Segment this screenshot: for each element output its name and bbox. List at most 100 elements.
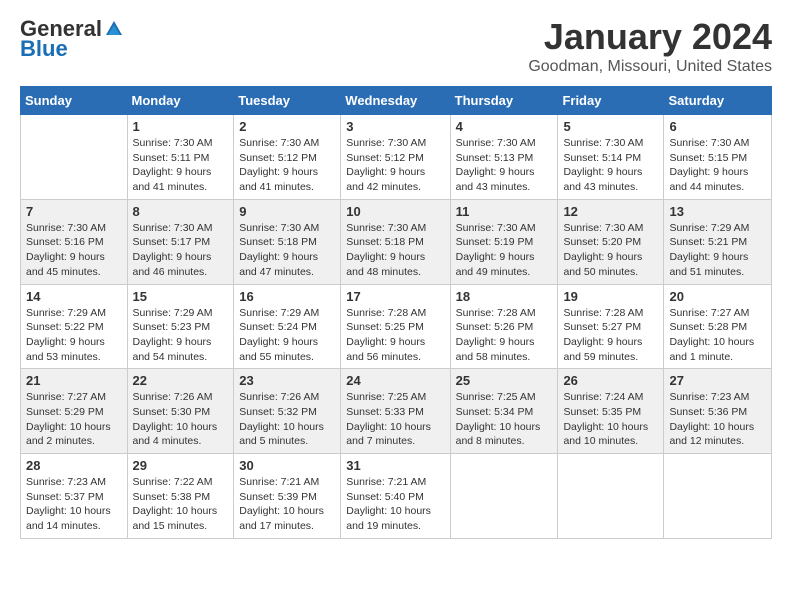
- calendar-body: 1 Sunrise: 7:30 AMSunset: 5:11 PMDayligh…: [21, 115, 772, 539]
- day-info: Sunrise: 7:25 AMSunset: 5:34 PMDaylight:…: [456, 390, 553, 449]
- day-info: Sunrise: 7:30 AMSunset: 5:20 PMDaylight:…: [563, 221, 658, 280]
- logo-icon: [104, 19, 124, 39]
- day-number: 26: [563, 373, 658, 388]
- day-number: 7: [26, 204, 122, 219]
- day-number: 24: [346, 373, 444, 388]
- day-info: Sunrise: 7:22 AMSunset: 5:38 PMDaylight:…: [133, 475, 229, 534]
- calendar-cell: 3 Sunrise: 7:30 AMSunset: 5:12 PMDayligh…: [341, 115, 450, 200]
- day-info: Sunrise: 7:30 AMSunset: 5:15 PMDaylight:…: [669, 136, 766, 195]
- calendar-cell: 1 Sunrise: 7:30 AMSunset: 5:11 PMDayligh…: [127, 115, 234, 200]
- calendar-cell: 21 Sunrise: 7:27 AMSunset: 5:29 PMDaylig…: [21, 369, 128, 454]
- calendar-cell: 31 Sunrise: 7:21 AMSunset: 5:40 PMDaylig…: [341, 454, 450, 539]
- day-info: Sunrise: 7:21 AMSunset: 5:39 PMDaylight:…: [239, 475, 335, 534]
- calendar-cell: 5 Sunrise: 7:30 AMSunset: 5:14 PMDayligh…: [558, 115, 664, 200]
- calendar-cell: 18 Sunrise: 7:28 AMSunset: 5:26 PMDaylig…: [450, 284, 558, 369]
- day-info: Sunrise: 7:27 AMSunset: 5:28 PMDaylight:…: [669, 306, 766, 365]
- day-number: 18: [456, 289, 553, 304]
- weekday-header-row: SundayMondayTuesdayWednesdayThursdayFrid…: [21, 87, 772, 115]
- day-number: 16: [239, 289, 335, 304]
- day-info: Sunrise: 7:30 AMSunset: 5:18 PMDaylight:…: [346, 221, 444, 280]
- month-title: January 2024: [528, 16, 772, 58]
- day-number: 3: [346, 119, 444, 134]
- day-number: 4: [456, 119, 553, 134]
- logo: General Blue: [20, 16, 124, 62]
- day-info: Sunrise: 7:30 AMSunset: 5:16 PMDaylight:…: [26, 221, 122, 280]
- calendar-cell: 9 Sunrise: 7:30 AMSunset: 5:18 PMDayligh…: [234, 199, 341, 284]
- logo-blue-text: Blue: [20, 36, 68, 62]
- calendar-cell: 22 Sunrise: 7:26 AMSunset: 5:30 PMDaylig…: [127, 369, 234, 454]
- weekday-header-tuesday: Tuesday: [234, 87, 341, 115]
- day-number: 5: [563, 119, 658, 134]
- day-info: Sunrise: 7:30 AMSunset: 5:19 PMDaylight:…: [456, 221, 553, 280]
- day-number: 8: [133, 204, 229, 219]
- day-number: 28: [26, 458, 122, 473]
- day-info: Sunrise: 7:30 AMSunset: 5:12 PMDaylight:…: [346, 136, 444, 195]
- calendar-week-5: 28 Sunrise: 7:23 AMSunset: 5:37 PMDaylig…: [21, 454, 772, 539]
- weekday-header-saturday: Saturday: [664, 87, 772, 115]
- day-info: Sunrise: 7:27 AMSunset: 5:29 PMDaylight:…: [26, 390, 122, 449]
- calendar-cell: 8 Sunrise: 7:30 AMSunset: 5:17 PMDayligh…: [127, 199, 234, 284]
- location-title: Goodman, Missouri, United States: [528, 58, 772, 76]
- calendar-week-3: 14 Sunrise: 7:29 AMSunset: 5:22 PMDaylig…: [21, 284, 772, 369]
- day-info: Sunrise: 7:24 AMSunset: 5:35 PMDaylight:…: [563, 390, 658, 449]
- calendar-cell: 6 Sunrise: 7:30 AMSunset: 5:15 PMDayligh…: [664, 115, 772, 200]
- day-number: 27: [669, 373, 766, 388]
- weekday-header-monday: Monday: [127, 87, 234, 115]
- calendar-cell: 11 Sunrise: 7:30 AMSunset: 5:19 PMDaylig…: [450, 199, 558, 284]
- day-info: Sunrise: 7:29 AMSunset: 5:24 PMDaylight:…: [239, 306, 335, 365]
- calendar-cell: 25 Sunrise: 7:25 AMSunset: 5:34 PMDaylig…: [450, 369, 558, 454]
- calendar-cell: 14 Sunrise: 7:29 AMSunset: 5:22 PMDaylig…: [21, 284, 128, 369]
- day-info: Sunrise: 7:30 AMSunset: 5:12 PMDaylight:…: [239, 136, 335, 195]
- weekday-header-thursday: Thursday: [450, 87, 558, 115]
- weekday-header-sunday: Sunday: [21, 87, 128, 115]
- day-number: 17: [346, 289, 444, 304]
- calendar-cell: [558, 454, 664, 539]
- day-number: 6: [669, 119, 766, 134]
- calendar-cell: 12 Sunrise: 7:30 AMSunset: 5:20 PMDaylig…: [558, 199, 664, 284]
- calendar-cell: 13 Sunrise: 7:29 AMSunset: 5:21 PMDaylig…: [664, 199, 772, 284]
- calendar-cell: 4 Sunrise: 7:30 AMSunset: 5:13 PMDayligh…: [450, 115, 558, 200]
- calendar-cell: 16 Sunrise: 7:29 AMSunset: 5:24 PMDaylig…: [234, 284, 341, 369]
- day-info: Sunrise: 7:29 AMSunset: 5:23 PMDaylight:…: [133, 306, 229, 365]
- header: General Blue January 2024 Goodman, Misso…: [20, 16, 772, 76]
- day-number: 20: [669, 289, 766, 304]
- calendar-cell: 20 Sunrise: 7:27 AMSunset: 5:28 PMDaylig…: [664, 284, 772, 369]
- day-info: Sunrise: 7:25 AMSunset: 5:33 PMDaylight:…: [346, 390, 444, 449]
- day-number: 19: [563, 289, 658, 304]
- day-info: Sunrise: 7:26 AMSunset: 5:32 PMDaylight:…: [239, 390, 335, 449]
- day-number: 1: [133, 119, 229, 134]
- calendar-cell: 30 Sunrise: 7:21 AMSunset: 5:39 PMDaylig…: [234, 454, 341, 539]
- calendar-cell: 7 Sunrise: 7:30 AMSunset: 5:16 PMDayligh…: [21, 199, 128, 284]
- calendar-cell: 19 Sunrise: 7:28 AMSunset: 5:27 PMDaylig…: [558, 284, 664, 369]
- calendar-cell: 27 Sunrise: 7:23 AMSunset: 5:36 PMDaylig…: [664, 369, 772, 454]
- day-number: 31: [346, 458, 444, 473]
- day-number: 14: [26, 289, 122, 304]
- calendar-cell: 17 Sunrise: 7:28 AMSunset: 5:25 PMDaylig…: [341, 284, 450, 369]
- day-number: 23: [239, 373, 335, 388]
- calendar-cell: 15 Sunrise: 7:29 AMSunset: 5:23 PMDaylig…: [127, 284, 234, 369]
- calendar-cell: [664, 454, 772, 539]
- day-info: Sunrise: 7:30 AMSunset: 5:13 PMDaylight:…: [456, 136, 553, 195]
- calendar-cell: [21, 115, 128, 200]
- day-number: 13: [669, 204, 766, 219]
- day-number: 12: [563, 204, 658, 219]
- calendar-table: SundayMondayTuesdayWednesdayThursdayFrid…: [20, 86, 772, 539]
- day-number: 15: [133, 289, 229, 304]
- weekday-header-wednesday: Wednesday: [341, 87, 450, 115]
- calendar-cell: 2 Sunrise: 7:30 AMSunset: 5:12 PMDayligh…: [234, 115, 341, 200]
- calendar-cell: 23 Sunrise: 7:26 AMSunset: 5:32 PMDaylig…: [234, 369, 341, 454]
- day-info: Sunrise: 7:23 AMSunset: 5:36 PMDaylight:…: [669, 390, 766, 449]
- day-info: Sunrise: 7:21 AMSunset: 5:40 PMDaylight:…: [346, 475, 444, 534]
- day-info: Sunrise: 7:28 AMSunset: 5:27 PMDaylight:…: [563, 306, 658, 365]
- day-info: Sunrise: 7:30 AMSunset: 5:14 PMDaylight:…: [563, 136, 658, 195]
- day-number: 9: [239, 204, 335, 219]
- day-info: Sunrise: 7:29 AMSunset: 5:22 PMDaylight:…: [26, 306, 122, 365]
- calendar-week-2: 7 Sunrise: 7:30 AMSunset: 5:16 PMDayligh…: [21, 199, 772, 284]
- day-number: 10: [346, 204, 444, 219]
- calendar-cell: 28 Sunrise: 7:23 AMSunset: 5:37 PMDaylig…: [21, 454, 128, 539]
- day-info: Sunrise: 7:29 AMSunset: 5:21 PMDaylight:…: [669, 221, 766, 280]
- day-number: 29: [133, 458, 229, 473]
- day-info: Sunrise: 7:30 AMSunset: 5:17 PMDaylight:…: [133, 221, 229, 280]
- day-number: 2: [239, 119, 335, 134]
- calendar-cell: 24 Sunrise: 7:25 AMSunset: 5:33 PMDaylig…: [341, 369, 450, 454]
